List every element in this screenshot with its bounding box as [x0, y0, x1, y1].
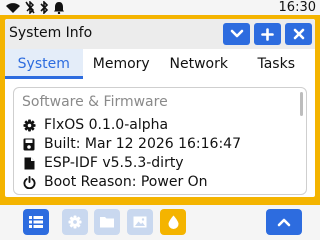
gear-icon: [68, 215, 82, 229]
tab-bar: System Memory Network Tasks: [5, 49, 315, 79]
window-titlebar: System Info: [5, 19, 315, 49]
files-app-button[interactable]: [94, 209, 120, 235]
settings-app-button[interactable]: [62, 209, 88, 235]
tab-tasks[interactable]: Tasks: [238, 49, 316, 79]
image-icon: [133, 216, 147, 228]
app-launcher-button[interactable]: [23, 209, 49, 235]
info-row-os: FlxOS 0.1.0-alpha: [22, 116, 168, 134]
section-heading: Software & Firmware: [22, 94, 168, 110]
build-date-text: Built: Mar 12 2026 16:16:47: [44, 136, 241, 152]
info-panel[interactable]: Software & Firmware FlxOS 0.1.0-alpha Bu…: [13, 87, 307, 195]
system-info-window: System Info System Memory Network Tasks …: [3, 17, 317, 199]
bell-icon: [52, 0, 66, 15]
scrollbar[interactable]: [300, 92, 303, 116]
list-icon: [29, 216, 43, 228]
boot-reason-text: Boot Reason: Power On: [44, 174, 208, 190]
tab-network[interactable]: Network: [160, 49, 238, 79]
idf-version-text: ESP-IDF v5.5.3-dirty: [44, 155, 184, 171]
taskbar: [0, 205, 320, 240]
add-button[interactable]: [254, 23, 281, 45]
info-row-boot: Boot Reason: Power On: [22, 173, 208, 191]
os-version-text: FlxOS 0.1.0-alpha: [44, 117, 169, 133]
drop-icon: [168, 215, 179, 229]
save-icon: [22, 137, 36, 151]
plus-icon: [261, 27, 274, 41]
wifi-icon: [4, 0, 22, 15]
window-title: System Info: [9, 25, 93, 41]
chevron-up-icon: [277, 217, 291, 227]
gallery-app-button[interactable]: [127, 209, 153, 235]
bluetooth-icon: [38, 0, 50, 15]
file-icon: [22, 156, 36, 170]
tab-memory[interactable]: Memory: [83, 49, 161, 79]
status-bar: 16:30: [0, 0, 320, 15]
gear-icon: [22, 118, 36, 132]
system-info-app-button[interactable]: [160, 209, 186, 235]
bluetooth-off-icon: [24, 0, 36, 15]
close-icon: [293, 28, 305, 40]
chevron-down-icon: [230, 29, 244, 39]
close-button[interactable]: [285, 23, 312, 45]
minimize-button[interactable]: [223, 23, 250, 45]
folder-icon: [100, 216, 114, 228]
tab-system[interactable]: System: [5, 49, 83, 79]
expand-taskbar-button[interactable]: [266, 209, 302, 235]
info-row-build: Built: Mar 12 2026 16:16:47: [22, 135, 241, 153]
info-row-idf: ESP-IDF v5.5.3-dirty: [22, 154, 184, 172]
power-icon: [22, 175, 36, 189]
clock: 16:30: [278, 0, 316, 15]
